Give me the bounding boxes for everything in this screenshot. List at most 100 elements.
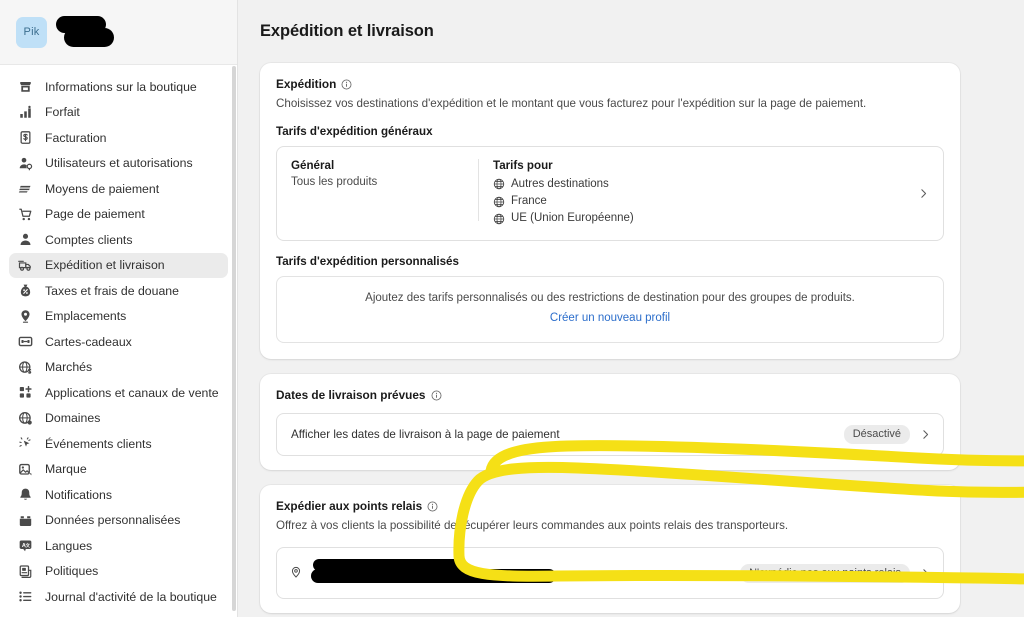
sidebar-item-donn-es-personnalis-es[interactable]: Données personnalisées [9,508,228,534]
destination-label: France [511,194,547,207]
shipping-section-title: Expédition [276,77,337,91]
sidebar-item-moyens-de-paiement[interactable]: Moyens de paiement [9,176,228,202]
sidebar-item-label: Emplacements [45,309,127,324]
destination-list: Autres destinations France UE (Union Europ… [493,176,908,228]
settings-nav: Informations sur la boutique Forfait Factu… [0,65,237,617]
pickup-points-header: Expédier aux points relais [276,499,944,513]
sidebar-item-taxes-et-frais-de-douane[interactable]: Taxes et frais de douane [9,278,228,304]
delivery-dates-header: Dates de livraison prévues [276,388,944,402]
redaction-stroke [311,569,556,584]
info-icon[interactable] [431,390,442,401]
sidebar-item-informations-sur-la-boutique[interactable]: Informations sur la boutique [9,74,228,100]
plan-chart-icon [17,104,34,121]
languages-icon: A文 [17,537,34,554]
customer-events-cursor-icon [17,435,34,452]
sidebar-item-label: Applications et canaux de vente [45,385,219,400]
users-permissions-icon [17,155,34,172]
shipping-section-description: Choisissez vos destinations d'expédition… [276,97,867,110]
sidebar-item-label: Marchés [45,360,93,375]
main-content: Expédition et livraison Expédition Chois… [238,0,1024,617]
create-new-profile-link[interactable]: Créer un nouveau profil [550,312,670,324]
sidebar-item-label: Facturation [45,130,107,145]
delivery-dates-row[interactable]: Afficher les dates de livraison à la pag… [276,413,944,457]
sidebar-item-label: Domaines [45,411,101,426]
rates-for-label: Tarifs pour [493,158,553,172]
sidebar-item-utilisateurs-et-autorisations[interactable]: Utilisateurs et autorisations [9,151,228,177]
sidebar-item-exp-dition-et-livraison[interactable]: Expédition et livraison [9,252,228,278]
svg-text:文: 文 [26,542,31,549]
sidebar-item-label: Forfait [45,105,80,120]
person-icon [17,231,34,248]
apps-grid-icon [17,384,34,401]
domain-globe-icon [17,410,34,427]
taxes-icon [17,282,34,299]
sidebar-item-label: Journal d'activité de la boutique [45,589,217,604]
delivery-dates-row-label: Afficher les dates de livraison à la pag… [291,428,560,442]
shipping-section-header: Expédition [276,77,944,91]
sidebar-item-label: Données personnalisées [45,513,181,528]
sidebar-item-march-s[interactable]: Marchés [9,355,228,381]
custom-rates-title: Tarifs d'expédition personnalisés [276,255,459,269]
destination-label: UE (Union Européenne) [511,212,634,225]
store-icon [17,78,34,95]
store-header[interactable]: Pik [0,0,237,65]
shipping-profile-row[interactable]: Général Tous les produits Tarifs pour Au… [277,147,943,241]
pickup-points-card: Expédier aux points relais Offrez à vos … [260,485,960,614]
globe-icon [493,213,505,225]
sidebar-item-notifications[interactable]: Notifications [9,482,228,508]
sidebar-item-label: Informations sur la boutique [45,79,197,94]
chevron-right-icon[interactable] [910,568,931,579]
shipping-profile-box: Général Tous les produits Tarifs pour Au… [276,145,944,242]
sidebar-item-forfait[interactable]: Forfait [9,100,228,126]
info-icon[interactable] [341,79,352,90]
sidebar-item-domaines[interactable]: Domaines [9,406,228,432]
sidebar-item-cartes-cadeaux[interactable]: Cartes-cadeaux [9,329,228,355]
custom-rates-empty-text: Ajoutez des tarifs personnalisés ou des … [365,292,855,305]
chevron-right-icon[interactable] [910,429,931,440]
chevron-right-icon[interactable] [908,188,929,199]
sidebar-item-label: Moyens de paiement [45,181,160,196]
cart-icon [17,206,34,223]
settings-sidebar: Pik Informations sur la boutique Forfait F… [0,0,238,617]
shipping-profile-left: Général Tous les produits [291,158,479,221]
sidebar-item-journal-d-activit-de-la-boutique[interactable]: Journal d'activité de la boutique [9,584,228,610]
bell-icon [17,486,34,503]
sidebar-item-label: Comptes clients [45,232,133,247]
sidebar-item-v-nements-clients[interactable]: Événements clients [9,431,228,457]
shipping-profile-products: Tous les produits [291,175,378,188]
gift-card-icon [17,333,34,350]
globe-icon [493,196,505,208]
sidebar-item-label: Cartes-cadeaux [45,334,132,349]
delivery-dates-card: Dates de livraison prévues Afficher les … [260,374,960,471]
globe-icon [493,178,505,190]
sidebar-item-politiques[interactable]: Politiques [9,559,228,585]
sidebar-scrollbar[interactable] [231,66,236,611]
shipping-profile-right: Tarifs pour Autres destinations France UE … [479,159,908,228]
sidebar-item-label: Expédition et livraison [45,258,165,273]
shipping-profile-name: Général [291,158,335,172]
sidebar-item-marque[interactable]: Marque [9,457,228,483]
info-icon[interactable] [427,501,438,512]
sidebar-item-label: Notifications [45,487,112,502]
policies-icon [17,563,34,580]
markets-globe-icon [17,359,34,376]
destination-item: Autres destinations [493,176,908,193]
billing-receipt-icon [17,129,34,146]
brand-image-icon [17,461,34,478]
sidebar-item-langues[interactable]: A 文 Langues [9,533,228,559]
sidebar-item-emplacements[interactable]: Emplacements [9,304,228,330]
sidebar-item-applications-et-canaux-de-vente[interactable]: Applications et canaux de vente [9,380,228,406]
sidebar-item-label: Page de paiement [45,207,145,222]
sidebar-item-label: Marque [45,462,87,477]
store-avatar: Pik [16,16,47,48]
payment-card-icon [17,180,34,197]
pickup-carrier-name-redaction [311,559,581,587]
sidebar-item-facturation[interactable]: Facturation [9,125,228,151]
destination-label: Autres destinations [511,177,609,190]
pickup-carrier-row[interactable]: N'expédie pas aux points relais [276,547,944,600]
custom-rates-empty-state: Ajoutez des tarifs personnalisés ou des … [276,276,944,344]
sidebar-item-page-de-paiement[interactable]: Page de paiement [9,202,228,228]
status-badge: Désactivé [843,425,910,445]
pickup-status-badge: N'expédie pas aux points relais [740,563,910,583]
sidebar-item-comptes-clients[interactable]: Comptes clients [9,227,228,253]
